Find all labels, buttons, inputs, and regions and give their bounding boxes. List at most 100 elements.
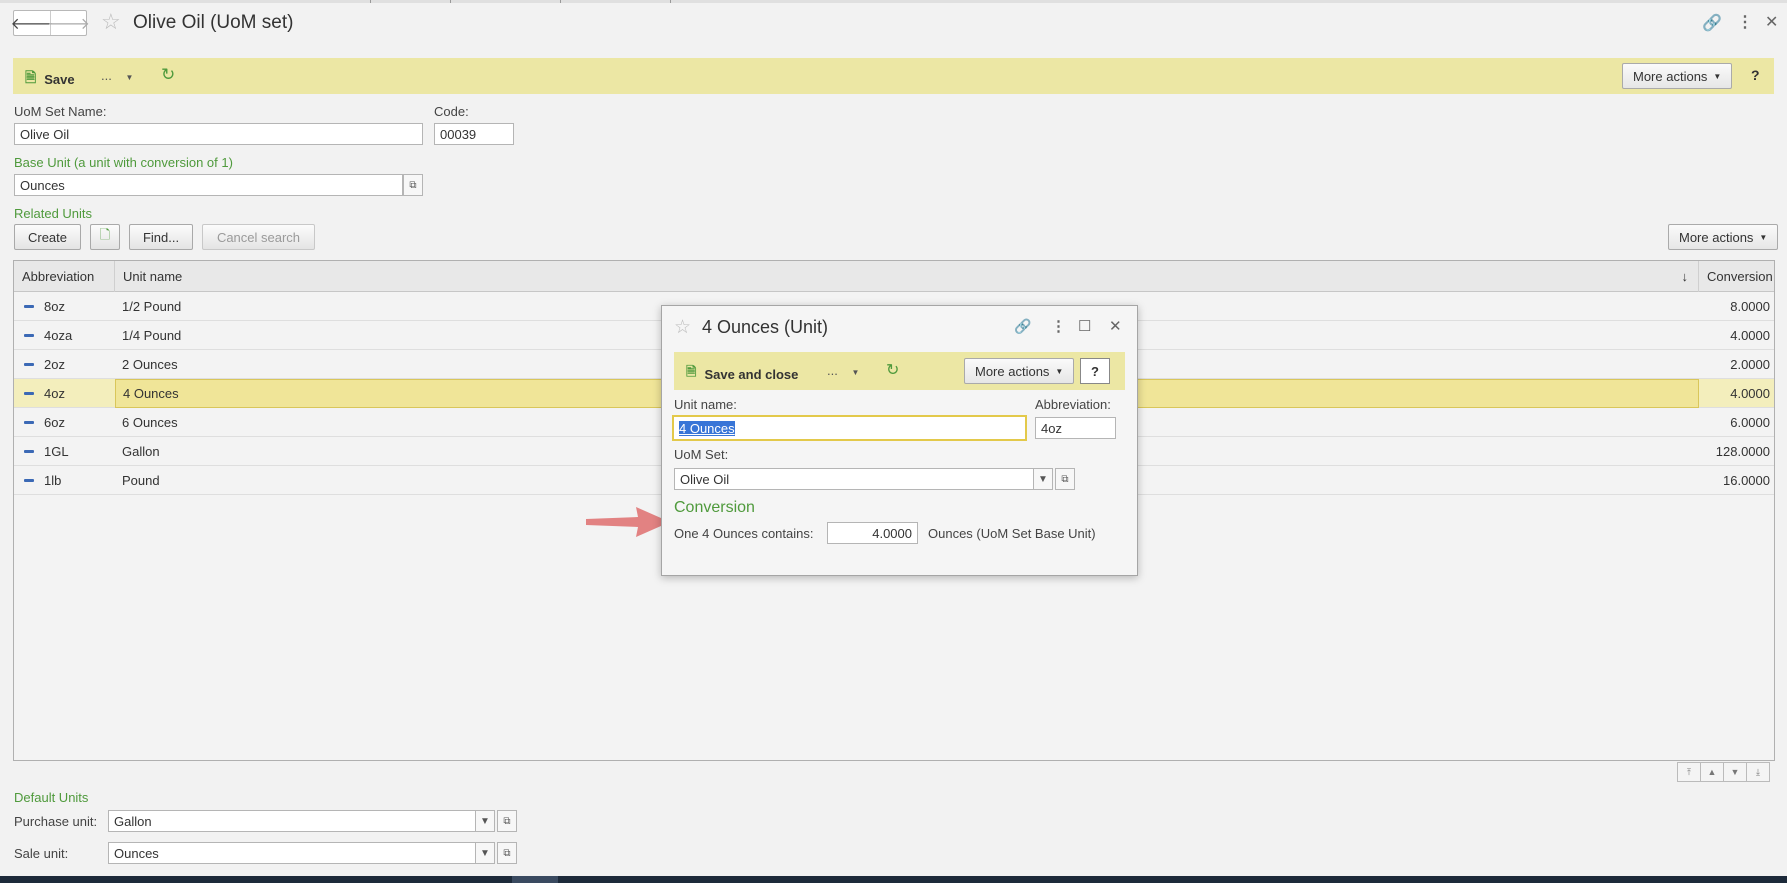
abbreviation-cell: 1lb bbox=[44, 473, 62, 488]
dialog-command-bar: 🗎 Save and close ... ▼ ↻ More actions ▼ … bbox=[674, 352, 1125, 390]
favorite-star-icon[interactable]: ☆ bbox=[674, 316, 691, 339]
abbreviation-cell: 6oz bbox=[44, 415, 65, 430]
forward-button[interactable]: 🡒 bbox=[47, 11, 90, 35]
refresh-icon[interactable]: ↻ bbox=[161, 65, 175, 85]
link-icon[interactable]: 🔗 bbox=[1014, 318, 1031, 335]
copy-doc-icon: 🗋 bbox=[99, 227, 111, 242]
column-header-abbreviation[interactable]: Abbreviation bbox=[14, 261, 115, 292]
abbreviation-field[interactable]: 4oz bbox=[1035, 417, 1116, 439]
dropdown-arrow-icon[interactable]: ▼ bbox=[475, 810, 495, 832]
save-label: Save bbox=[44, 71, 75, 87]
sort-descending-icon: ↓ bbox=[1681, 269, 1689, 284]
caret-down-icon: ▼ bbox=[851, 368, 860, 377]
conversion-cell: 128.0000 bbox=[1715, 444, 1770, 459]
dialog-title: 4 Ounces (Unit) bbox=[702, 317, 829, 337]
conversion-header: Conversion bbox=[674, 499, 755, 516]
uom-set-name-field[interactable]: Olive Oil bbox=[14, 123, 423, 145]
open-icon[interactable]: ⧉ bbox=[1055, 468, 1075, 490]
help-button[interactable]: ? bbox=[1751, 67, 1760, 83]
dialog-more-actions-button[interactable]: More actions ▼ bbox=[964, 358, 1075, 384]
grid-more-actions-button[interactable]: More actions ▼ bbox=[1668, 224, 1779, 250]
sale-unit-label: Sale unit: bbox=[14, 846, 69, 861]
save-doc-icon: 🗎 bbox=[686, 364, 697, 379]
column-header-conversion[interactable]: Conversion bbox=[1699, 261, 1776, 292]
more-actions-label: More actions bbox=[1633, 68, 1708, 84]
conversion-field[interactable]: 4.0000 bbox=[827, 522, 918, 544]
uom-set-field[interactable]: Olive Oil bbox=[674, 468, 1034, 490]
open-icon[interactable]: ⧉ bbox=[497, 810, 517, 832]
more-actions-button[interactable]: More actions ▼ bbox=[1622, 63, 1733, 89]
caret-down-icon: ▼ bbox=[1055, 366, 1064, 376]
more-menu-icon[interactable]: ⋮ bbox=[1051, 317, 1066, 335]
unit-name-label: Unit name: bbox=[674, 397, 737, 412]
save-button[interactable]: 🗎 Save bbox=[25, 67, 75, 91]
row-item-icon bbox=[24, 421, 34, 424]
scroll-bottom-icon[interactable]: ⤓ bbox=[1746, 762, 1770, 782]
dropdown-arrow-icon[interactable]: ▼ bbox=[475, 842, 495, 864]
dialog-help-button[interactable]: ? bbox=[1080, 358, 1110, 384]
table-header: Abbreviation Unit name ↓ Conversion bbox=[14, 261, 1774, 292]
default-units-label: Default Units bbox=[14, 790, 89, 805]
open-icon[interactable]: ⧉ bbox=[403, 174, 423, 196]
unit-dialog: ☆ 4 Ounces (Unit) 🔗 ⋮ ☐ ✕ 🗎 Save and clo… bbox=[661, 305, 1138, 576]
conversion-cell: 4.0000 bbox=[1730, 328, 1770, 343]
save-and-close-button[interactable]: 🗎 Save and close bbox=[686, 363, 798, 385]
find-button[interactable]: Find... bbox=[129, 224, 193, 250]
conversion-prefix: One 4 Ounces contains: bbox=[674, 526, 814, 541]
copy-button[interactable]: 🗋 bbox=[90, 224, 120, 250]
base-unit-field[interactable]: Ounces bbox=[14, 174, 403, 196]
arrow-right-icon: 🡒 bbox=[47, 15, 90, 33]
scroll-down-icon[interactable]: ▼ bbox=[1723, 762, 1747, 782]
base-unit-input-group: Ounces ⧉ bbox=[14, 174, 423, 196]
close-icon[interactable]: ✕ bbox=[1765, 12, 1778, 32]
code-field[interactable]: 00039 bbox=[434, 123, 514, 145]
conversion-cell: 4.0000 bbox=[1730, 386, 1770, 401]
annotation-arrow bbox=[586, 507, 670, 537]
purchase-unit-field[interactable]: Gallon bbox=[108, 810, 476, 832]
unit-name-field[interactable]: 4 Ounces bbox=[672, 415, 1027, 441]
abbreviation-cell: 8oz bbox=[44, 299, 65, 314]
ellipsis-label: ... bbox=[827, 363, 838, 378]
ellipsis-label: ... bbox=[101, 68, 112, 83]
abbreviation-cell: 4oza bbox=[44, 328, 73, 343]
conversion-cell: 6.0000 bbox=[1730, 415, 1770, 430]
extra-actions-dropdown[interactable]: ... ▼ bbox=[101, 68, 133, 83]
dropdown-arrow-icon[interactable]: ▼ bbox=[1033, 468, 1053, 490]
more-actions-label: More actions bbox=[1679, 229, 1754, 245]
link-icon[interactable]: 🔗 bbox=[1702, 13, 1722, 33]
favorite-star-icon[interactable]: ☆ bbox=[101, 9, 121, 35]
refresh-icon[interactable]: ↻ bbox=[886, 360, 899, 380]
caret-down-icon: ▼ bbox=[125, 73, 134, 82]
related-units-label: Related Units bbox=[14, 206, 93, 221]
command-bar: 🗎 Save ... ▼ ↻ More actions ▼ ? bbox=[13, 58, 1774, 94]
taskbar bbox=[0, 876, 1787, 883]
caret-down-icon: ▼ bbox=[1713, 71, 1722, 81]
save-doc-icon: 🗎 bbox=[25, 69, 37, 85]
back-button[interactable]: 🡐 bbox=[11, 11, 54, 35]
sale-unit-field[interactable]: Ounces bbox=[108, 842, 476, 864]
abbreviation-label: Abbreviation: bbox=[1035, 397, 1111, 412]
abbreviation-cell: 4oz bbox=[44, 386, 65, 401]
column-header-unit-name[interactable]: Unit name ↓ bbox=[115, 261, 1699, 292]
row-item-icon bbox=[24, 479, 34, 482]
extra-actions-dropdown[interactable]: ... ▼ bbox=[827, 363, 859, 378]
tab-strip bbox=[0, 0, 1787, 3]
unit-name-value: 4 Ounces bbox=[679, 420, 735, 436]
create-button[interactable]: Create bbox=[14, 224, 81, 250]
row-item-icon bbox=[24, 305, 34, 308]
base-unit-label: Base Unit (a unit with conversion of 1) bbox=[14, 155, 233, 170]
open-icon[interactable]: ⧉ bbox=[497, 842, 517, 864]
unit-name-header-label: Unit name bbox=[123, 269, 183, 284]
uom-set-input-group: Olive Oil ▼ ⧉ bbox=[674, 468, 1076, 490]
navigation-buttons: 🡐 🡒 bbox=[11, 10, 90, 36]
maximize-icon[interactable]: ☐ bbox=[1078, 317, 1091, 335]
close-icon[interactable]: ✕ bbox=[1109, 317, 1122, 335]
scroll-top-icon[interactable]: ⤒ bbox=[1677, 762, 1701, 782]
cancel-search-button[interactable]: Cancel search bbox=[202, 224, 315, 250]
taskbar-item[interactable] bbox=[512, 876, 558, 883]
row-item-icon bbox=[24, 363, 34, 366]
more-menu-icon[interactable]: ⋮ bbox=[1737, 12, 1753, 32]
scroll-up-icon[interactable]: ▲ bbox=[1700, 762, 1724, 782]
uom-set-name-label: UoM Set Name: bbox=[14, 104, 107, 119]
row-item-icon bbox=[24, 450, 34, 453]
